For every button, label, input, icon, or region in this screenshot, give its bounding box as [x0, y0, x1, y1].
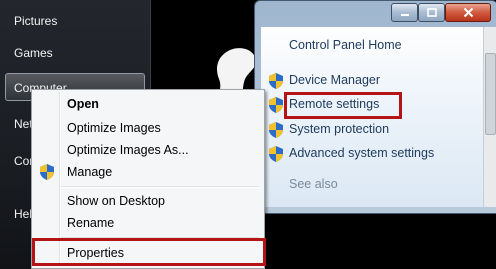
minimize-button[interactable]	[391, 3, 418, 22]
start-menu-item-help[interactable]: Hel	[14, 207, 32, 221]
advanced-system-settings-link[interactable]: Advanced system settings	[289, 146, 434, 160]
device-manager-link[interactable]: Device Manager	[289, 73, 380, 87]
uac-shield-icon	[40, 164, 54, 180]
menu-item-open[interactable]: Open	[67, 97, 99, 111]
start-menu-item-network[interactable]: Net	[14, 117, 33, 131]
uac-shield-icon	[269, 146, 283, 162]
vertical-scrollbar[interactable]	[483, 27, 496, 207]
uac-shield-icon	[269, 97, 283, 113]
properties-highlight-box	[32, 238, 266, 266]
close-icon	[446, 4, 490, 21]
menu-item-manage[interactable]: Manage	[67, 165, 112, 179]
maximize-icon	[419, 4, 444, 21]
uac-shield-icon	[269, 122, 283, 138]
menu-item-optimize-images-as[interactable]: Optimize Images As...	[67, 143, 189, 157]
remote-settings-highlight-box	[284, 92, 402, 119]
window-titlebar[interactable]	[255, 1, 496, 25]
maximize-button[interactable]	[418, 3, 445, 22]
menu-item-rename[interactable]: Rename	[67, 216, 114, 230]
start-menu-item-pictures[interactable]: Pictures	[14, 14, 57, 28]
control-panel-home-link[interactable]: Control Panel Home	[289, 38, 402, 52]
scrollbar-thumb[interactable]	[485, 53, 496, 135]
system-protection-link[interactable]: System protection	[289, 122, 389, 136]
menu-item-optimize-images[interactable]: Optimize Images	[67, 121, 161, 135]
minimize-icon	[392, 4, 417, 21]
uac-shield-icon	[269, 73, 283, 89]
menu-separator	[61, 186, 259, 188]
see-also-heading: See also	[289, 177, 338, 191]
close-button[interactable]	[445, 3, 491, 22]
menu-item-show-on-desktop[interactable]: Show on Desktop	[67, 194, 165, 208]
start-menu-item-games[interactable]: Games	[14, 46, 53, 60]
